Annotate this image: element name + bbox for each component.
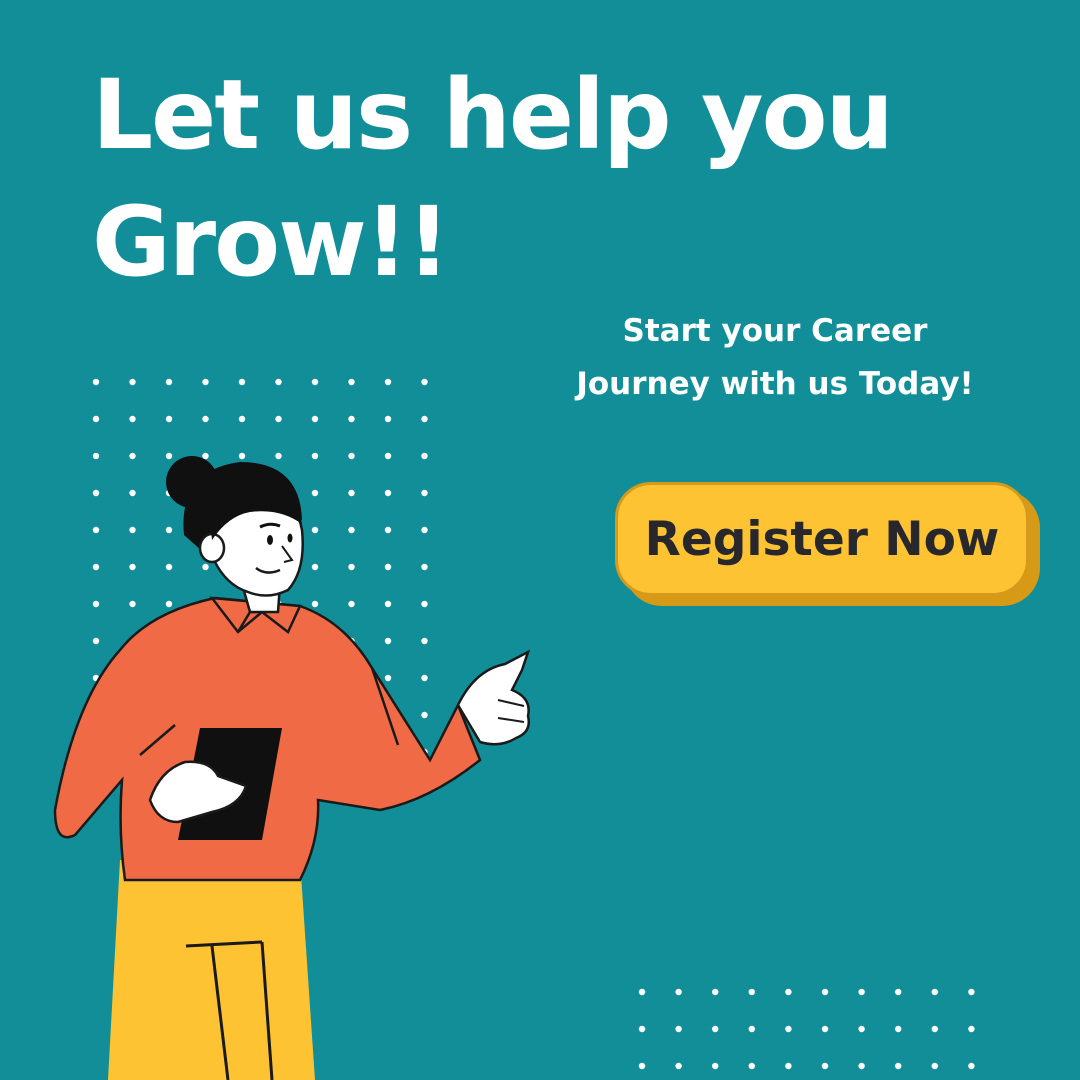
poster: Let us help you Grow!! Start your Career… xyxy=(0,0,1080,1080)
pants-shape xyxy=(108,860,315,1080)
head xyxy=(166,456,304,597)
person-pointing-illustration xyxy=(53,456,531,1080)
